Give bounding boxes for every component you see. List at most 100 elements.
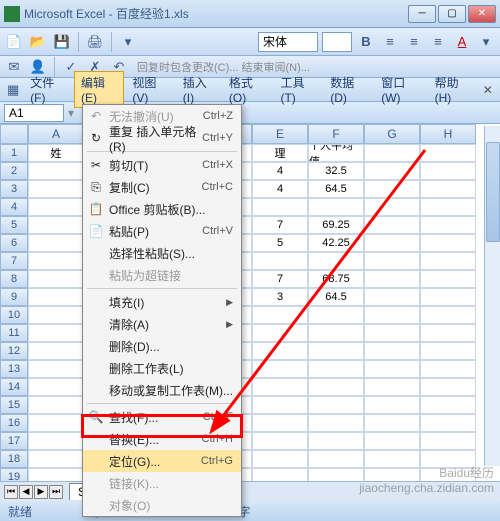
cell[interactable]	[28, 216, 84, 234]
cell[interactable]	[420, 216, 476, 234]
row-header[interactable]: 10	[0, 306, 28, 324]
row-header[interactable]: 4	[0, 198, 28, 216]
cell[interactable]	[252, 306, 308, 324]
cell[interactable]	[420, 234, 476, 252]
cell[interactable]	[364, 378, 420, 396]
new-icon[interactable]: 📄	[4, 32, 24, 52]
menu-item[interactable]: 删除工作表(L)	[83, 357, 241, 379]
col-header[interactable]: H	[420, 124, 476, 144]
dropdown-icon[interactable]: ▾	[118, 32, 138, 52]
open-icon[interactable]: 📂	[28, 32, 48, 52]
font-size-selector[interactable]	[322, 32, 352, 52]
cell[interactable]: 7	[252, 270, 308, 288]
cell[interactable]	[28, 414, 84, 432]
cell[interactable]	[364, 180, 420, 198]
menu-item[interactable]: ⎘复制(C)Ctrl+C	[83, 176, 241, 198]
menu-item[interactable]: 填充(I)▶	[83, 291, 241, 313]
align-center-icon[interactable]: ≡	[404, 32, 424, 52]
row-header[interactable]: 18	[0, 450, 28, 468]
cell[interactable]	[252, 378, 308, 396]
row-header[interactable]: 3	[0, 180, 28, 198]
cell[interactable]	[420, 432, 476, 450]
scrollbar-thumb[interactable]	[486, 142, 500, 242]
menu-insert[interactable]: 插入(I)	[177, 72, 221, 107]
cell[interactable]	[420, 198, 476, 216]
cell[interactable]	[28, 198, 84, 216]
email-icon[interactable]: ✉	[4, 57, 24, 77]
cell[interactable]	[28, 306, 84, 324]
name-box[interactable]: A1	[4, 104, 64, 122]
cell[interactable]	[364, 234, 420, 252]
cell[interactable]: 69.25	[308, 216, 364, 234]
cell[interactable]	[252, 342, 308, 360]
cell[interactable]	[252, 450, 308, 468]
cell[interactable]	[364, 162, 420, 180]
cell[interactable]	[252, 198, 308, 216]
menu-item[interactable]: ↻重复 插入单元格(R)Ctrl+Y	[83, 127, 241, 149]
cell[interactable]	[252, 414, 308, 432]
cell[interactable]	[364, 306, 420, 324]
row-header[interactable]: 7	[0, 252, 28, 270]
cell[interactable]	[28, 324, 84, 342]
cell[interactable]	[28, 180, 84, 198]
col-header[interactable]: F	[308, 124, 364, 144]
row-header[interactable]: 13	[0, 360, 28, 378]
menu-help[interactable]: 帮助(H)	[429, 72, 478, 107]
cell[interactable]	[420, 378, 476, 396]
row-header[interactable]: 5	[0, 216, 28, 234]
menu-format[interactable]: 格式(O)	[223, 72, 273, 107]
cell[interactable]	[308, 342, 364, 360]
cell[interactable]	[420, 144, 476, 162]
doc-close-button[interactable]: ✕	[480, 82, 496, 98]
menu-item[interactable]: 移动或复制工作表(M)...	[83, 379, 241, 401]
cell[interactable]	[364, 360, 420, 378]
menu-item[interactable]: ✂剪切(T)Ctrl+X	[83, 154, 241, 176]
cell[interactable]	[28, 450, 84, 468]
cell[interactable]	[308, 198, 364, 216]
cell[interactable]	[252, 324, 308, 342]
cell[interactable]	[364, 198, 420, 216]
menu-edit[interactable]: 编辑(E)	[74, 71, 124, 108]
cell[interactable]	[252, 252, 308, 270]
font-color-button[interactable]: A	[452, 32, 472, 52]
cell[interactable]	[28, 360, 84, 378]
cell[interactable]	[308, 252, 364, 270]
menu-item[interactable]: 替换(E)...Ctrl+H	[83, 428, 241, 450]
cell[interactable]: 64.5	[308, 180, 364, 198]
row-header[interactable]: 9	[0, 288, 28, 306]
cell[interactable]: 理	[252, 144, 308, 162]
cell[interactable]	[28, 378, 84, 396]
cell[interactable]	[252, 396, 308, 414]
cell[interactable]: 5	[252, 234, 308, 252]
menu-item[interactable]: 选择性粘贴(S)...	[83, 242, 241, 264]
vertical-scrollbar[interactable]	[484, 126, 500, 466]
cell[interactable]	[28, 432, 84, 450]
col-header[interactable]: E	[252, 124, 308, 144]
cell[interactable]: 个人平均值	[308, 144, 364, 162]
cell[interactable]	[364, 144, 420, 162]
cell[interactable]	[420, 396, 476, 414]
cell[interactable]: 64.5	[308, 288, 364, 306]
cell[interactable]	[28, 288, 84, 306]
cell[interactable]	[420, 342, 476, 360]
cell[interactable]	[420, 324, 476, 342]
save-icon[interactable]: 💾	[52, 32, 72, 52]
menu-item[interactable]: 📄粘贴(P)Ctrl+V	[83, 220, 241, 242]
row-header[interactable]: 12	[0, 342, 28, 360]
menu-view[interactable]: 视图(V)	[126, 72, 174, 107]
cell[interactable]	[364, 252, 420, 270]
cell[interactable]	[420, 270, 476, 288]
cell[interactable]	[28, 162, 84, 180]
cell[interactable]	[308, 324, 364, 342]
cell[interactable]: 68.75	[308, 270, 364, 288]
row-header[interactable]: 16	[0, 414, 28, 432]
cell[interactable]	[308, 450, 364, 468]
cell[interactable]: 42.25	[308, 234, 364, 252]
cell[interactable]	[28, 270, 84, 288]
cell[interactable]: 32.5	[308, 162, 364, 180]
cell[interactable]	[308, 432, 364, 450]
cell[interactable]	[252, 360, 308, 378]
menu-item[interactable]: 定位(G)...Ctrl+G	[83, 450, 241, 472]
system-menu-icon[interactable]: ▦	[4, 80, 22, 100]
cell[interactable]	[28, 342, 84, 360]
